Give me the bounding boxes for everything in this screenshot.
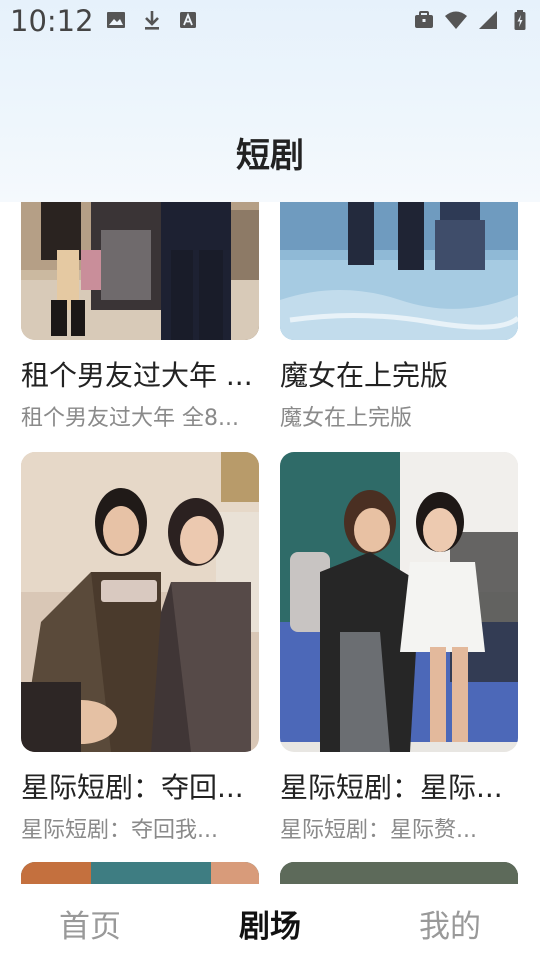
drama-thumbnail[interactable] <box>280 452 518 752</box>
font-icon <box>180 12 196 28</box>
tab-home[interactable]: 首页 <box>0 884 180 960</box>
image-icon <box>107 12 125 28</box>
status-bar: 10:12 <box>0 0 540 44</box>
signal-icon <box>479 11 497 29</box>
drama-thumbnail[interactable] <box>21 862 259 884</box>
drama-subtitle: 星际短剧：夺回我... <box>21 818 218 843</box>
app-header: 10:12 短剧 <box>0 0 540 202</box>
download-icon <box>145 11 159 30</box>
drama-subtitle: 魔女在上完版 <box>280 406 413 431</box>
battery-icon <box>514 10 526 30</box>
drama-subtitle: 租个男友过大年 全8... <box>21 406 239 431</box>
tab-theater[interactable]: 剧场 <box>180 884 360 960</box>
drama-thumbnail[interactable] <box>21 452 259 752</box>
drama-title[interactable]: 星际短剧：星际... <box>280 766 518 806</box>
briefcase-icon <box>415 11 433 28</box>
bottom-tab-bar: 首页 剧场 我的 <box>0 884 540 960</box>
drama-title[interactable]: 星际短剧：夺回... <box>21 766 259 806</box>
clock: 10:12 <box>10 4 94 38</box>
tab-mine[interactable]: 我的 <box>360 884 540 960</box>
drama-title[interactable]: 魔女在上完版 <box>280 354 518 394</box>
drama-subtitle: 星际短剧：星际赘... <box>280 818 477 843</box>
page-title: 短剧 <box>236 136 304 176</box>
drama-title[interactable]: 租个男友过大年 ... <box>21 354 259 394</box>
wifi-icon <box>445 11 467 29</box>
drama-thumbnail[interactable] <box>280 862 518 884</box>
